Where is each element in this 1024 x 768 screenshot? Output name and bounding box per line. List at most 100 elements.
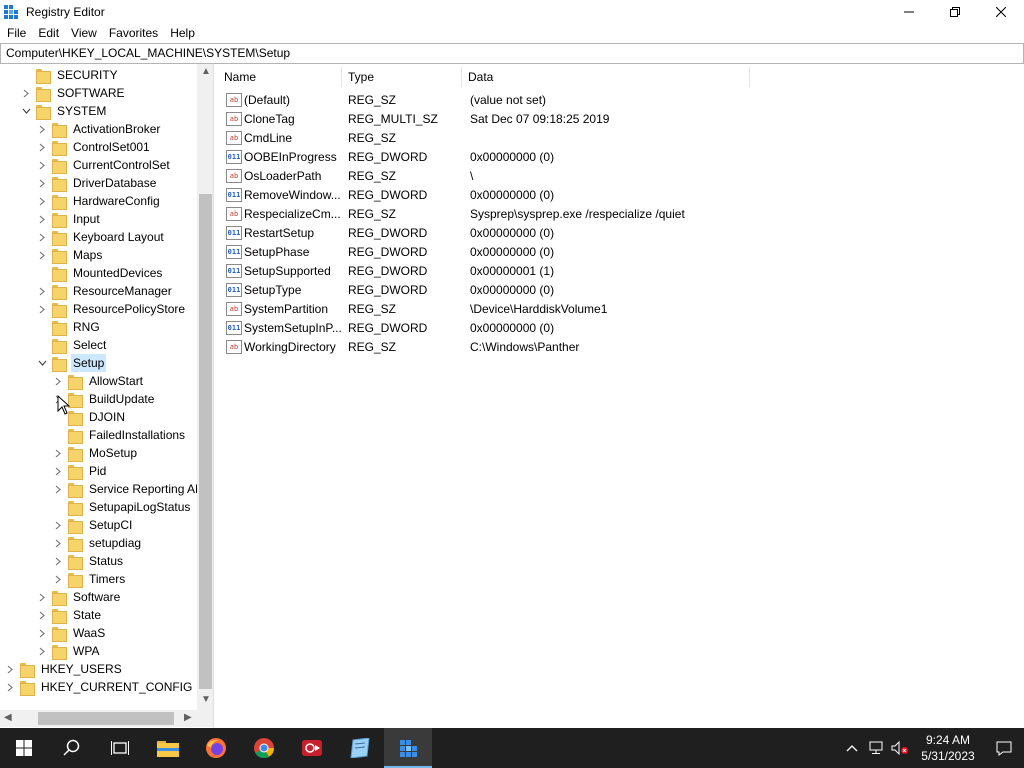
clock[interactable]: 9:24 AM 5/31/2023: [912, 732, 984, 764]
tree-item-rng[interactable]: RNG: [36, 318, 102, 336]
chevron-right-icon[interactable]: [4, 678, 16, 696]
taskbar-firefox[interactable]: [192, 728, 240, 768]
chevron-right-icon[interactable]: [36, 588, 48, 606]
tree-scroll-thumb[interactable]: [199, 194, 212, 689]
tree-vertical-scrollbar[interactable]: ▲ ▼: [197, 64, 213, 710]
close-button[interactable]: [978, 0, 1024, 23]
value-row[interactable]: ab SystemPartition REG_SZ \Device\HarddiskV…: [218, 299, 764, 318]
minimize-button[interactable]: [886, 0, 932, 23]
value-row[interactable]: ab RespecializeCm... REG_SZ Sysprep\sysprep…: [218, 204, 764, 223]
chevron-right-icon[interactable]: [36, 174, 48, 192]
tree-item-software[interactable]: SOFTWARE: [20, 84, 127, 102]
action-center-button[interactable]: [984, 728, 1024, 768]
value-row[interactable]: 011 SystemSetupInP... REG_DWORD 0x00000000 …: [218, 318, 764, 337]
value-row[interactable]: ab (Default) REG_SZ (value not set): [218, 90, 764, 109]
tree-item-failedinstallations[interactable]: FailedInstallations: [52, 426, 187, 444]
tree-item-currentcontrolset[interactable]: CurrentControlSet: [36, 156, 172, 174]
menu-favorites[interactable]: Favorites: [103, 23, 164, 43]
menu-edit[interactable]: Edit: [32, 23, 65, 43]
chevron-right-icon[interactable]: [52, 372, 64, 390]
taskbar-chrome[interactable]: [240, 728, 288, 768]
task-view-button[interactable]: [96, 728, 144, 768]
chevron-right-icon[interactable]: [36, 228, 48, 246]
tree-horizontal-scrollbar[interactable]: ◀ ▶: [0, 710, 213, 727]
chevron-right-icon[interactable]: [36, 606, 48, 624]
tree-item-maps[interactable]: Maps: [36, 246, 104, 264]
column-header-type[interactable]: Type: [342, 67, 462, 87]
tree-item-activationbroker[interactable]: ActivationBroker: [36, 120, 162, 138]
chevron-down-icon[interactable]: [36, 354, 48, 372]
tree-item-mounteddevices[interactable]: MountedDevices: [36, 264, 164, 282]
tree-item-waas[interactable]: WaaS: [36, 624, 107, 642]
chevron-right-icon[interactable]: [52, 570, 64, 588]
taskbar-file-explorer[interactable]: [144, 728, 192, 768]
tree-item-timers[interactable]: Timers: [52, 570, 127, 588]
chevron-right-icon[interactable]: [36, 120, 48, 138]
chevron-right-icon[interactable]: [52, 552, 64, 570]
value-row[interactable]: ab OsLoaderPath REG_SZ \: [218, 166, 764, 185]
chevron-right-icon[interactable]: [52, 462, 64, 480]
tree-item-service-reporting-api[interactable]: Service Reporting API: [52, 480, 208, 498]
tree-item-keyboard-layout[interactable]: Keyboard Layout: [36, 228, 166, 246]
menu-file[interactable]: File: [0, 23, 32, 43]
search-button[interactable]: [48, 728, 96, 768]
tree-item-hkey-current-config[interactable]: HKEY_CURRENT_CONFIG: [4, 678, 194, 696]
value-row[interactable]: ab CmdLine REG_SZ: [218, 128, 764, 147]
volume-button[interactable]: [888, 728, 912, 768]
chevron-right-icon[interactable]: [52, 444, 64, 462]
column-header-data[interactable]: Data: [462, 67, 750, 87]
value-row[interactable]: 011 RemoveWindow... REG_DWORD 0x00000000 (0…: [218, 185, 764, 204]
restore-button[interactable]: [932, 0, 978, 23]
tree-item-mosetup[interactable]: MoSetup: [52, 444, 139, 462]
network-button[interactable]: [864, 728, 888, 768]
value-row[interactable]: 011 SetupPhase REG_DWORD 0x00000000 (0): [218, 242, 764, 261]
menu-view[interactable]: View: [65, 23, 103, 43]
tree-item-setupapilogstatus[interactable]: SetupapiLogStatus: [52, 498, 192, 516]
chevron-right-icon[interactable]: [36, 300, 48, 318]
menu-help[interactable]: Help: [164, 23, 201, 43]
tree-item-setupdiag[interactable]: setupdiag: [52, 534, 143, 552]
chevron-right-icon[interactable]: [36, 642, 48, 660]
show-hidden-icons-button[interactable]: [840, 728, 864, 768]
tree-item-hardwareconfig[interactable]: HardwareConfig: [36, 192, 162, 210]
chevron-down-icon[interactable]: [20, 102, 32, 120]
taskbar-registry-editor[interactable]: [384, 728, 432, 768]
value-row[interactable]: 011 RestartSetup REG_DWORD 0x00000000 (0): [218, 223, 764, 242]
tree-item-setup[interactable]: Setup: [36, 354, 107, 372]
chevron-right-icon[interactable]: [36, 210, 48, 228]
taskbar-media-app[interactable]: [288, 728, 336, 768]
value-row[interactable]: 011 OOBEInProgress REG_DWORD 0x00000000 (0): [218, 147, 764, 166]
tree-item-hkey-users[interactable]: HKEY_USERS: [4, 660, 124, 678]
taskbar-notepad-app[interactable]: [336, 728, 384, 768]
tree-hscroll-thumb[interactable]: [38, 712, 174, 725]
scroll-right-icon[interactable]: ▶: [184, 712, 192, 723]
chevron-right-icon[interactable]: [36, 192, 48, 210]
tree-item-resourcepolicystore[interactable]: ResourcePolicyStore: [36, 300, 187, 318]
chevron-right-icon[interactable]: [36, 282, 48, 300]
tree-item-state[interactable]: State: [36, 606, 103, 624]
chevron-right-icon[interactable]: [52, 534, 64, 552]
tree-item-resourcemanager[interactable]: ResourceManager: [36, 282, 174, 300]
tree-item-setupci[interactable]: SetupCI: [52, 516, 134, 534]
chevron-right-icon[interactable]: [52, 480, 64, 498]
tree-item-input[interactable]: Input: [36, 210, 102, 228]
tree-item-select[interactable]: Select: [36, 336, 108, 354]
value-row[interactable]: 011 SetupType REG_DWORD 0x00000000 (0): [218, 280, 764, 299]
tree-item-allowstart[interactable]: AllowStart: [52, 372, 145, 390]
scroll-left-icon[interactable]: ◀: [4, 712, 12, 723]
chevron-right-icon[interactable]: [52, 516, 64, 534]
tree-item-status[interactable]: Status: [52, 552, 125, 570]
tree-item-software[interactable]: Software: [36, 588, 122, 606]
tree-item-pid[interactable]: Pid: [52, 462, 108, 480]
address-bar[interactable]: Computer\HKEY_LOCAL_MACHINE\SYSTEM\Setup: [0, 43, 1024, 64]
scroll-down-icon[interactable]: ▼: [201, 694, 211, 705]
tree-item-system[interactable]: SYSTEM: [20, 102, 108, 120]
tree-item-driverdatabase[interactable]: DriverDatabase: [36, 174, 158, 192]
tree-item-security[interactable]: SECURITY: [20, 66, 120, 84]
tree-item-wpa[interactable]: WPA: [36, 642, 101, 660]
start-button[interactable]: [0, 728, 48, 768]
tree-item-controlset001[interactable]: ControlSet001: [36, 138, 152, 156]
chevron-right-icon[interactable]: [36, 246, 48, 264]
chevron-right-icon[interactable]: [36, 624, 48, 642]
chevron-right-icon[interactable]: [4, 660, 16, 678]
